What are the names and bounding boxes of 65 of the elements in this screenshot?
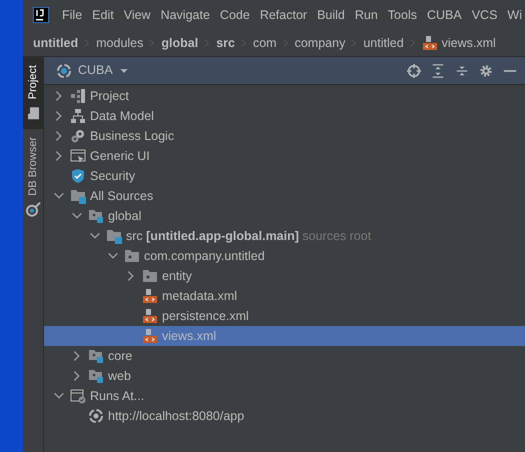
xml-file-icon <box>142 328 158 344</box>
breadcrumb-item[interactable]: views.xml <box>422 34 496 52</box>
tree-item[interactable]: Project <box>44 86 525 106</box>
locate-icon[interactable] <box>407 64 421 78</box>
module-folder-icon <box>88 208 104 224</box>
window-cursor-icon <box>70 148 86 164</box>
tool-window-tab[interactable]: Project <box>23 57 43 130</box>
view-selector[interactable]: CUBA <box>78 61 113 80</box>
xml-file-icon <box>142 288 158 304</box>
package-folder-icon <box>142 268 158 284</box>
hierarchy-icon <box>70 88 86 104</box>
tree-item[interactable]: global <box>44 206 525 226</box>
menu-item[interactable]: Code <box>214 6 255 24</box>
breadcrumb-item[interactable]: modules <box>96 34 144 52</box>
tree-item[interactable]: src [untitled.app-global.main] sources root <box>44 226 525 246</box>
breadcrumb-item[interactable]: src <box>216 34 235 52</box>
menu-item[interactable]: View <box>118 6 156 24</box>
menu-item[interactable]: VCS <box>466 6 502 24</box>
tree-item[interactable]: web <box>44 366 525 386</box>
breadcrumb-item[interactable]: untitled <box>33 34 78 52</box>
cuba-logo-icon <box>56 62 72 78</box>
tree-item[interactable]: entity <box>44 266 525 286</box>
shield-icon <box>70 168 86 184</box>
menu-item[interactable]: Wi <box>502 6 525 24</box>
tree-item[interactable]: All Sources <box>44 186 525 206</box>
diagram-icon <box>70 108 86 124</box>
menu-item[interactable]: Refactor <box>254 6 312 24</box>
expand-all-icon[interactable] <box>431 64 445 78</box>
tool-window-tab[interactable]: DB Browser <box>23 129 43 226</box>
menu-item[interactable]: File <box>57 6 88 24</box>
tree-item[interactable]: Runs At... <box>44 386 525 406</box>
breadcrumb-item[interactable]: untitled <box>363 34 404 52</box>
window-check-icon <box>70 388 86 404</box>
breadcrumb-item[interactable]: com <box>252 34 277 52</box>
tree-item[interactable]: metadata.xml <box>44 286 525 306</box>
menu-item[interactable]: CUBA <box>422 6 467 24</box>
menu-item[interactable]: Run <box>350 6 383 24</box>
tree-item[interactable]: persistence.xml <box>44 306 525 326</box>
gears-icon <box>70 128 86 144</box>
tree-item[interactable]: Business Logic <box>44 126 525 146</box>
xml-file-icon <box>422 35 438 51</box>
tree-item[interactable]: Generic UI <box>44 146 525 166</box>
source-folder-icon <box>106 228 122 244</box>
settings-icon[interactable] <box>479 64 493 78</box>
menu-item[interactable]: Tools <box>382 6 422 24</box>
folder-icon <box>25 105 41 122</box>
breadcrumb-item[interactable]: global <box>161 34 198 52</box>
menu-item[interactable]: Navigate <box>156 6 215 24</box>
menu-item[interactable]: Build <box>312 6 350 24</box>
menu-item[interactable]: Edit <box>87 6 119 24</box>
tree-item[interactable]: core <box>44 346 525 366</box>
tree-item[interactable]: Security <box>44 166 525 186</box>
package-folder-icon <box>124 248 140 264</box>
app-logo-icon <box>33 7 49 23</box>
tree-item[interactable]: http://localhost:8080/app <box>44 406 525 426</box>
xml-file-icon <box>142 308 158 324</box>
collapse-all-icon[interactable] <box>455 64 469 78</box>
cuba-logo-icon <box>88 408 104 424</box>
source-folder-icon <box>70 188 86 204</box>
tree-item[interactable]: Data Model <box>44 106 525 126</box>
module-folder-icon <box>88 348 104 364</box>
database-search-icon <box>25 202 41 218</box>
module-folder-icon <box>88 368 104 384</box>
breadcrumb-item[interactable]: company <box>294 34 346 52</box>
tree-item[interactable]: com.company.untitled <box>44 246 525 266</box>
